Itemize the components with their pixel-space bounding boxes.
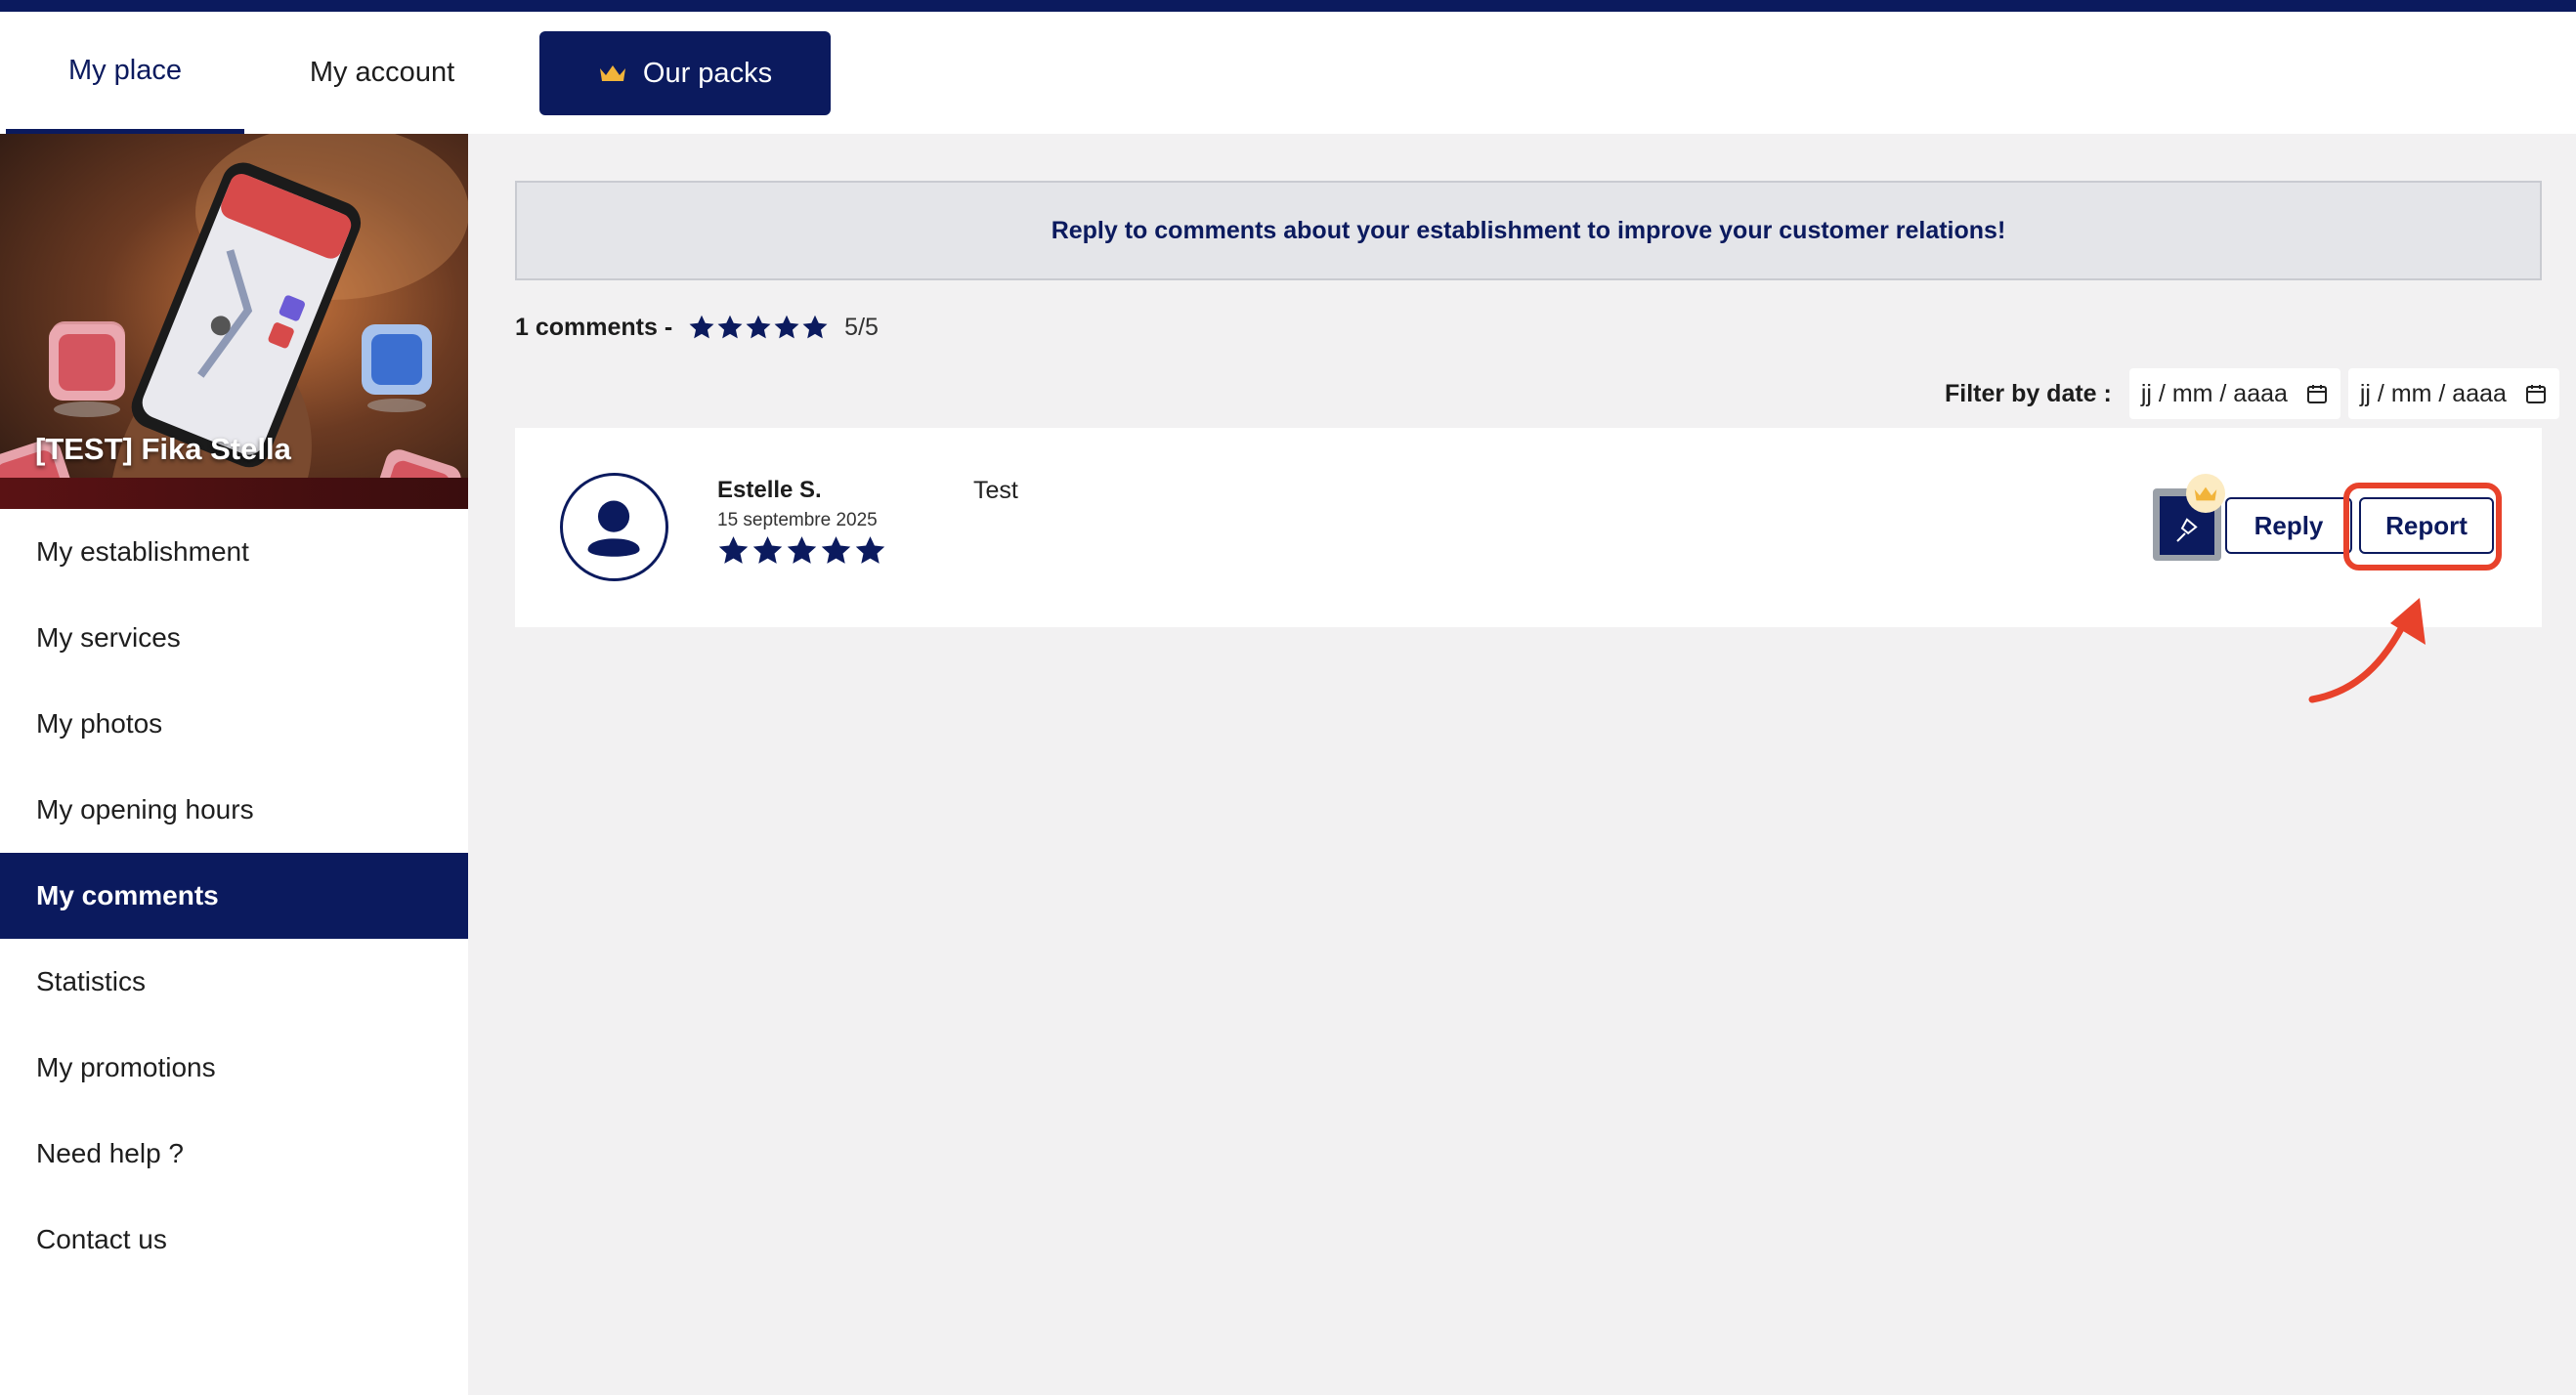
- premium-crown-badge: [2186, 474, 2225, 513]
- annotation-arrow-icon: [2308, 598, 2426, 703]
- crown-icon: [599, 65, 625, 81]
- average-rating: 5/5: [844, 313, 879, 341]
- our-packs-label: Our packs: [642, 57, 773, 89]
- comment-stars: [717, 534, 886, 567]
- sidebar-item-label: My photos: [36, 708, 163, 739]
- tab-my-place[interactable]: My place: [6, 12, 244, 134]
- date-to-input[interactable]: jj / mm / aaaa: [2347, 368, 2559, 419]
- comment-text: Test: [973, 477, 1018, 504]
- place-name: [TEST] Fika Stella: [35, 432, 291, 466]
- sidebar-item-my-comments[interactable]: My comments: [0, 853, 468, 939]
- star-icon: [802, 315, 828, 339]
- crown-icon: [2194, 486, 2217, 500]
- summary-stars: [688, 314, 829, 341]
- sidebar-item-label: Contact us: [36, 1224, 167, 1254]
- place-cover-image: [TEST] Fika Stella: [0, 134, 468, 509]
- comments-summary: 1 comments - 5/5: [515, 308, 879, 347]
- date-from-placeholder: jj / mm / aaaa: [2140, 379, 2288, 407]
- star-icon: [752, 536, 783, 564]
- star-icon: [787, 536, 817, 564]
- date-to-placeholder: jj / mm / aaaa: [2359, 379, 2507, 407]
- tab-label: My place: [67, 54, 183, 86]
- comments-count: 1 comments -: [515, 313, 673, 341]
- star-icon: [689, 315, 714, 339]
- report-highlight-annotation: [2343, 483, 2502, 571]
- sidebar-item-contact-us[interactable]: Contact us: [0, 1197, 468, 1283]
- sidebar-item-label: Need help ?: [36, 1138, 185, 1168]
- sidebar-item-label: My promotions: [36, 1052, 216, 1082]
- sidebar-item-my-establishment[interactable]: My establishment: [0, 509, 468, 595]
- our-packs-button[interactable]: Our packs: [539, 31, 831, 115]
- user-icon: [587, 500, 640, 557]
- comment-author: Estelle S.: [717, 477, 822, 503]
- comment-date: 15 septembre 2025: [717, 510, 878, 530]
- sidebar-item-my-photos[interactable]: My photos: [0, 681, 468, 767]
- filter-label: Filter by date :: [1945, 379, 2112, 407]
- sidebar-item-label: My comments: [36, 880, 219, 910]
- star-icon: [717, 315, 743, 339]
- reply-label: Reply: [2254, 510, 2324, 540]
- info-banner-text: Reply to comments about your establishme…: [1051, 216, 2006, 244]
- reply-button[interactable]: Reply: [2225, 497, 2352, 554]
- sidebar: [TEST] Fika Stella My establishment My s…: [0, 134, 468, 1395]
- comment-card: Estelle S. 15 septembre 2025 Test Reply …: [515, 428, 2542, 627]
- cover-bottom-bar: [0, 478, 468, 509]
- star-icon: [855, 536, 885, 564]
- star-icon: [746, 315, 771, 339]
- sidebar-item-my-promotions[interactable]: My promotions: [0, 1025, 468, 1111]
- date-from-input[interactable]: jj / mm / aaaa: [2128, 368, 2340, 419]
- sidebar-item-my-opening-hours[interactable]: My opening hours: [0, 767, 468, 853]
- star-icon: [718, 536, 749, 564]
- sidebar-item-need-help[interactable]: Need help ?: [0, 1111, 468, 1197]
- star-icon: [821, 536, 851, 564]
- sidebar-item-statistics[interactable]: Statistics: [0, 939, 468, 1025]
- star-icon: [774, 315, 799, 339]
- tab-label: My account: [309, 57, 455, 88]
- avatar: [560, 473, 668, 581]
- info-banner: Reply to comments about your establishme…: [515, 181, 2542, 280]
- calendar-icon[interactable]: [2305, 382, 2329, 405]
- sidebar-item-label: My establishment: [36, 536, 249, 567]
- tab-my-account[interactable]: My account: [293, 12, 471, 134]
- sidebar-item-label: Statistics: [36, 966, 147, 996]
- date-filter: Filter by date : jj / mm / aaaa jj / mm …: [1945, 368, 2559, 419]
- top-navigation: My place My account Our packs: [0, 12, 2576, 134]
- calendar-icon[interactable]: [2524, 382, 2548, 405]
- top-accent-bar: [0, 0, 2576, 12]
- sidebar-item-my-services[interactable]: My services: [0, 595, 468, 681]
- sidebar-item-label: My services: [36, 622, 181, 653]
- sidebar-item-label: My opening hours: [36, 794, 254, 824]
